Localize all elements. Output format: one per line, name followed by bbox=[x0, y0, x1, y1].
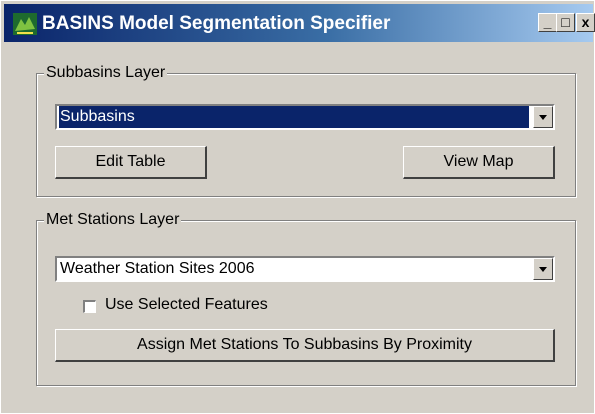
app-window: BASINS Model Segmentation Specifier _ □ … bbox=[0, 0, 595, 414]
window-title: BASINS Model Segmentation Specifier bbox=[42, 13, 391, 34]
maximize-icon: □ bbox=[561, 14, 570, 30]
met-stations-layer-legend: Met Stations Layer bbox=[44, 211, 182, 229]
minimize-icon: _ bbox=[543, 14, 552, 30]
maximize-button[interactable]: □ bbox=[556, 13, 575, 32]
met-stations-layer-group: Met Stations Layer Weather Station Sites… bbox=[36, 211, 576, 386]
close-icon: x bbox=[581, 14, 590, 30]
assign-met-stations-button[interactable]: Assign Met Stations To Subbasins By Prox… bbox=[55, 329, 555, 362]
view-map-label: View Map bbox=[443, 153, 514, 170]
use-selected-features-checkbox[interactable] bbox=[83, 300, 96, 313]
subbasins-layer-value: Subbasins bbox=[59, 106, 529, 128]
met-stations-layer-select[interactable]: Weather Station Sites 2006 bbox=[55, 256, 555, 282]
subbasins-layer-group: Subbasins Layer Subbasins Edit Table Vie… bbox=[36, 64, 576, 197]
met-stations-layer-value: Weather Station Sites 2006 bbox=[60, 260, 255, 277]
subbasins-layer-legend: Subbasins Layer bbox=[44, 64, 168, 82]
minimize-button[interactable]: _ bbox=[538, 13, 557, 32]
chevron-down-icon[interactable] bbox=[533, 258, 553, 280]
edit-table-label: Edit Table bbox=[95, 153, 166, 170]
view-map-button[interactable]: View Map bbox=[403, 146, 555, 179]
basins-app-icon bbox=[13, 13, 37, 35]
use-selected-features-label[interactable]: Use Selected Features bbox=[105, 296, 268, 314]
subbasins-layer-select[interactable]: Subbasins bbox=[55, 104, 555, 130]
chevron-down-icon[interactable] bbox=[533, 106, 553, 128]
edit-table-button[interactable]: Edit Table bbox=[55, 146, 207, 179]
close-button[interactable]: x bbox=[576, 13, 595, 32]
title-bar[interactable]: BASINS Model Segmentation Specifier _ □ … bbox=[4, 4, 595, 42]
assign-met-stations-label: Assign Met Stations To Subbasins By Prox… bbox=[137, 336, 472, 353]
